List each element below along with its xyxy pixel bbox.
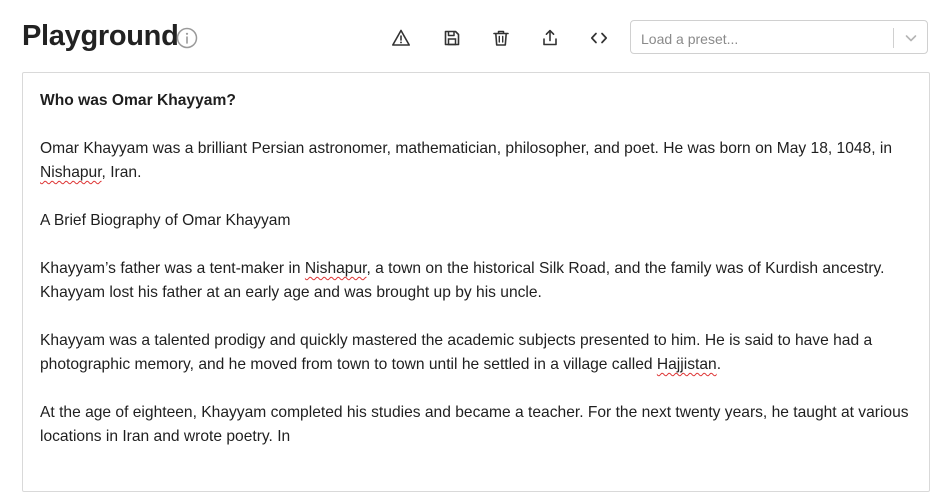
page-title: Playground — [22, 20, 179, 52]
paragraph-prodigy: Khayyam was a talented prodigy and quick… — [40, 329, 918, 377]
paragraph-intro-text-b: , Iran. — [101, 164, 142, 181]
editor-content[interactable]: Who was Omar Khayyam? Omar Khayyam was a… — [40, 89, 918, 473]
view-code-button[interactable] — [587, 26, 611, 50]
preset-divider — [893, 28, 894, 48]
share-button[interactable] — [538, 26, 562, 50]
chevron-down-icon[interactable] — [903, 30, 919, 46]
info-circle-icon[interactable] — [176, 27, 198, 49]
header: Playground Load a preset... — [0, 0, 932, 72]
paragraph-intro-text-a: Omar Khayyam was a brilliant Persian ast… — [40, 140, 893, 157]
paragraph-prodigy-text-a: Khayyam was a talented prodigy and quick… — [40, 332, 873, 373]
save-icon — [442, 28, 462, 48]
preset-placeholder: Load a preset... — [641, 31, 739, 47]
trash-icon — [491, 28, 511, 48]
misspelled-word[interactable]: Nishapur — [305, 260, 367, 277]
prompt-question: Who was Omar Khayyam? — [40, 92, 236, 109]
paragraph-father-text-a: Khayyam’s father was a tent-maker in — [40, 260, 305, 277]
prompt-editor[interactable]: Who was Omar Khayyam? Omar Khayyam was a… — [22, 72, 930, 492]
preset-select[interactable]: Load a preset... — [630, 20, 928, 54]
paragraph-heading: A Brief Biography of Omar Khayyam — [40, 212, 291, 229]
code-icon — [589, 28, 609, 48]
save-button[interactable] — [440, 26, 464, 50]
paragraph-intro: Omar Khayyam was a brilliant Persian ast… — [40, 137, 918, 185]
misspelled-word[interactable]: Hajjistan — [657, 356, 717, 373]
delete-button[interactable] — [489, 26, 513, 50]
paragraph-father: Khayyam’s father was a tent-maker in Nis… — [40, 257, 918, 305]
misspelled-word[interactable]: Nishapur — [40, 164, 102, 181]
paragraph-teacher: At the age of eighteen, Khayyam complete… — [40, 404, 909, 445]
alert-triangle-icon — [391, 28, 411, 48]
share-icon — [540, 28, 560, 48]
paragraph-prodigy-text-b: . — [716, 356, 722, 373]
warning-button[interactable] — [389, 26, 413, 50]
